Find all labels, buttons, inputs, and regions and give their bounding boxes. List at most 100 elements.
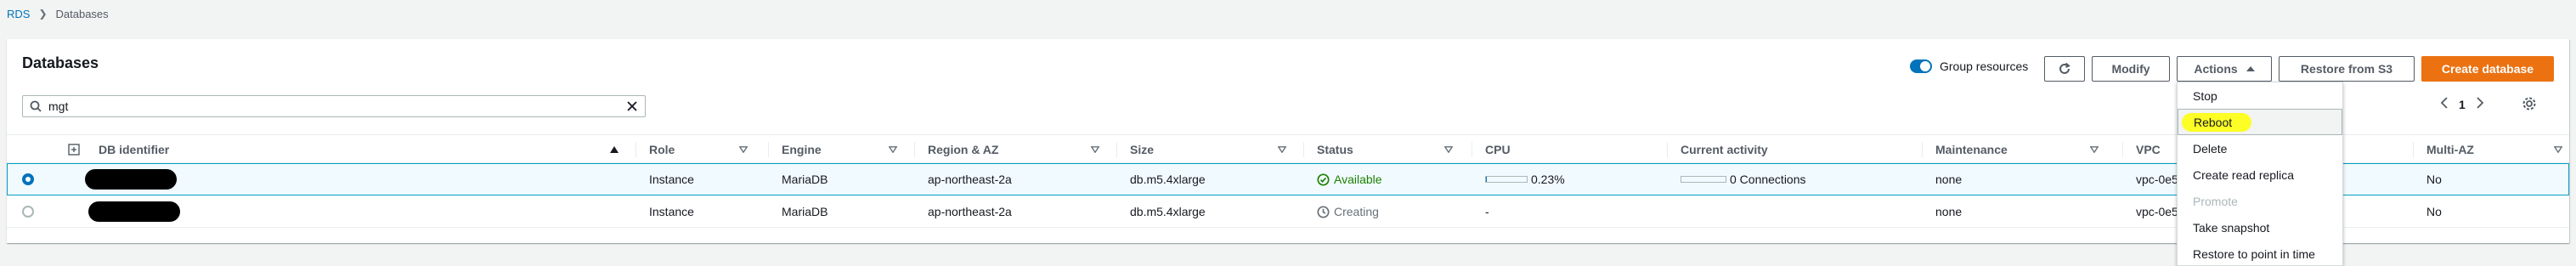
status-text: Creating	[1334, 205, 1379, 218]
sort-icon	[2090, 146, 2099, 153]
header-cpu[interactable]: CPU	[1485, 135, 1655, 164]
cell-size: db.m5.4xlarge	[1130, 205, 1206, 218]
page-title: Databases	[22, 54, 99, 71]
sort-icon	[2554, 146, 2562, 153]
cell-region: ap-northeast-2a	[928, 205, 1012, 218]
header-vpc-label: VPC	[2136, 143, 2161, 156]
menu-item-stop[interactable]: Stop	[2178, 82, 2342, 109]
cell-cpu: -	[1485, 205, 1489, 218]
cell-engine: MariaDB	[782, 173, 828, 186]
cell-role: Instance	[649, 205, 694, 218]
modify-button[interactable]: Modify	[2092, 56, 2170, 82]
db-identifier-redacted[interactable]	[85, 163, 177, 195]
refresh-button[interactable]	[2044, 56, 2085, 82]
clear-search-icon[interactable]	[619, 101, 645, 111]
cell-vpc[interactable]: vpc-0e5	[2136, 195, 2178, 228]
restore-from-s3-button[interactable]: Restore from S3	[2279, 56, 2415, 82]
menu-item-stop-label: Stop	[2193, 88, 2217, 103]
chevron-right-icon: ❯	[38, 8, 48, 20]
status-text: Available	[1334, 173, 1382, 186]
chevron-right-icon[interactable]	[2476, 97, 2484, 111]
db-identifier-redacted[interactable]	[88, 195, 180, 228]
header-region[interactable]: Region & AZ	[928, 135, 1099, 164]
header-role-label: Role	[649, 143, 675, 156]
header-size-label: Size	[1130, 143, 1155, 156]
header-maintenance[interactable]: Maintenance	[1935, 135, 2099, 164]
refresh-icon	[2059, 62, 2070, 74]
search-icon	[23, 100, 48, 112]
redaction-mark	[88, 201, 180, 222]
activity-bar	[1681, 176, 1726, 183]
search-box	[22, 95, 646, 117]
clock-icon	[1317, 205, 1330, 218]
page-number[interactable]: 1	[2459, 98, 2466, 111]
cell-vpc[interactable]: vpc-0e5	[2136, 163, 2178, 195]
sort-icon	[739, 146, 748, 153]
menu-item-create-read-replica-label: Create read replica	[2193, 167, 2295, 182]
group-resources-label: Group resources	[1940, 59, 2029, 73]
row-radio[interactable]	[22, 195, 34, 228]
cell-region: ap-northeast-2a	[928, 173, 1012, 186]
sort-ascending-icon	[610, 146, 619, 153]
select-all-icon[interactable]	[68, 135, 80, 164]
header-activity[interactable]: Current activity	[1681, 135, 1910, 164]
cell-cpu: 0.23%	[1485, 163, 1565, 195]
sort-icon	[1278, 146, 1286, 153]
sort-icon	[1444, 146, 1453, 153]
header-status-label: Status	[1317, 143, 1353, 156]
header-engine-label: Engine	[782, 143, 822, 156]
activity-value: 0 Connections	[1730, 173, 1806, 186]
breadcrumb-rds-link[interactable]: RDS	[7, 8, 30, 20]
header-db-identifier-label: DB identifier	[99, 143, 170, 156]
breadcrumb: RDS ❯ Databases	[7, 6, 109, 21]
menu-item-reboot[interactable]: Reboot	[2178, 109, 2342, 135]
cell-maintenance: none	[1935, 205, 1963, 218]
cell-size: db.m5.4xlarge	[1130, 173, 1206, 186]
breadcrumb-current: Databases	[55, 7, 109, 20]
pagination: 1	[2440, 97, 2484, 111]
toggle-switch-icon[interactable]	[1910, 59, 1932, 73]
menu-item-create-read-replica[interactable]: Create read replica	[2178, 161, 2342, 188]
cell-status: Available	[1317, 163, 1382, 195]
header-region-label: Region & AZ	[928, 143, 999, 156]
cell-engine: MariaDB	[782, 205, 828, 218]
cpu-value: 0.23%	[1531, 173, 1565, 186]
header-status[interactable]: Status	[1317, 135, 1453, 164]
sort-icon	[1091, 146, 1099, 153]
header-multiaz-label: Multi-AZ	[2426, 143, 2474, 156]
header-activity-label: Current activity	[1681, 143, 1768, 156]
actions-button[interactable]: Actions	[2177, 56, 2272, 82]
radio-unselected-icon[interactable]	[22, 206, 34, 218]
header-role[interactable]: Role	[649, 135, 748, 164]
gear-icon[interactable]	[2522, 96, 2537, 114]
header-engine[interactable]: Engine	[782, 135, 897, 164]
actions-dropdown-menu: Stop Reboot Delete Create read replica P…	[2177, 82, 2343, 266]
header-db-identifier[interactable]: DB identifier	[99, 135, 619, 164]
sort-icon	[889, 146, 897, 153]
cell-multiaz: No	[2426, 173, 2442, 186]
menu-item-take-snapshot[interactable]: Take snapshot	[2178, 214, 2342, 241]
cell-role: Instance	[649, 173, 694, 186]
header-cpu-label: CPU	[1485, 143, 1511, 156]
cell-status: Creating	[1317, 195, 1379, 228]
menu-item-restore-point-in-time[interactable]: Restore to point in time	[2178, 241, 2342, 266]
radio-selected-icon[interactable]	[22, 173, 34, 185]
create-database-button[interactable]: Create database	[2421, 56, 2554, 82]
header-maintenance-label: Maintenance	[1935, 143, 2008, 156]
row-radio[interactable]	[22, 163, 34, 195]
caret-up-icon	[2246, 66, 2255, 71]
actions-label: Actions	[2194, 62, 2238, 76]
header-multiaz[interactable]: Multi-AZ	[2426, 135, 2562, 164]
chevron-left-icon[interactable]	[2440, 97, 2449, 111]
redaction-mark	[85, 169, 177, 190]
menu-item-take-snapshot-label: Take snapshot	[2193, 220, 2270, 235]
search-input[interactable]	[48, 99, 619, 113]
check-circle-icon	[1317, 173, 1330, 186]
cell-maintenance: none	[1935, 173, 1963, 186]
header-size[interactable]: Size	[1130, 135, 1286, 164]
menu-item-delete-label: Delete	[2193, 141, 2228, 156]
menu-item-restore-point-in-time-label: Restore to point in time	[2193, 246, 2315, 261]
menu-item-delete[interactable]: Delete	[2178, 135, 2342, 161]
group-resources-toggle[interactable]: Group resources	[1910, 59, 2028, 73]
cell-multiaz: No	[2426, 205, 2442, 218]
